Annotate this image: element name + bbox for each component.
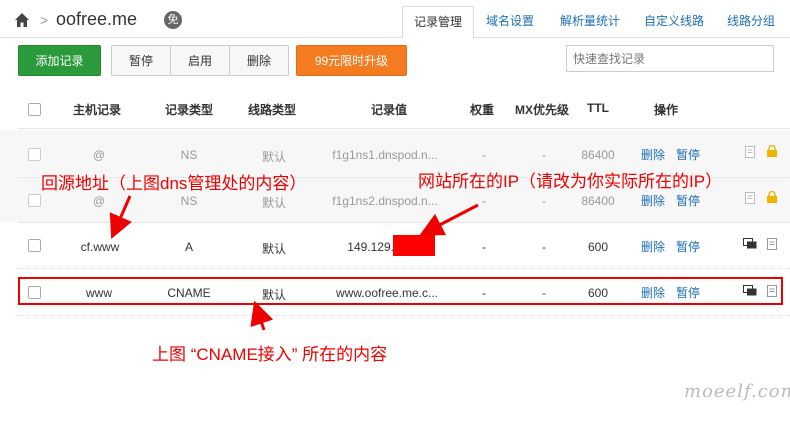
arrow-to-host <box>109 195 132 239</box>
tab-records[interactable]: 记录管理 <box>402 6 474 39</box>
arrow-to-ip <box>419 203 479 236</box>
arrow-to-cname <box>250 300 274 331</box>
annotation-arrows <box>109 195 479 331</box>
watermark: moeelf.com <box>684 381 790 402</box>
